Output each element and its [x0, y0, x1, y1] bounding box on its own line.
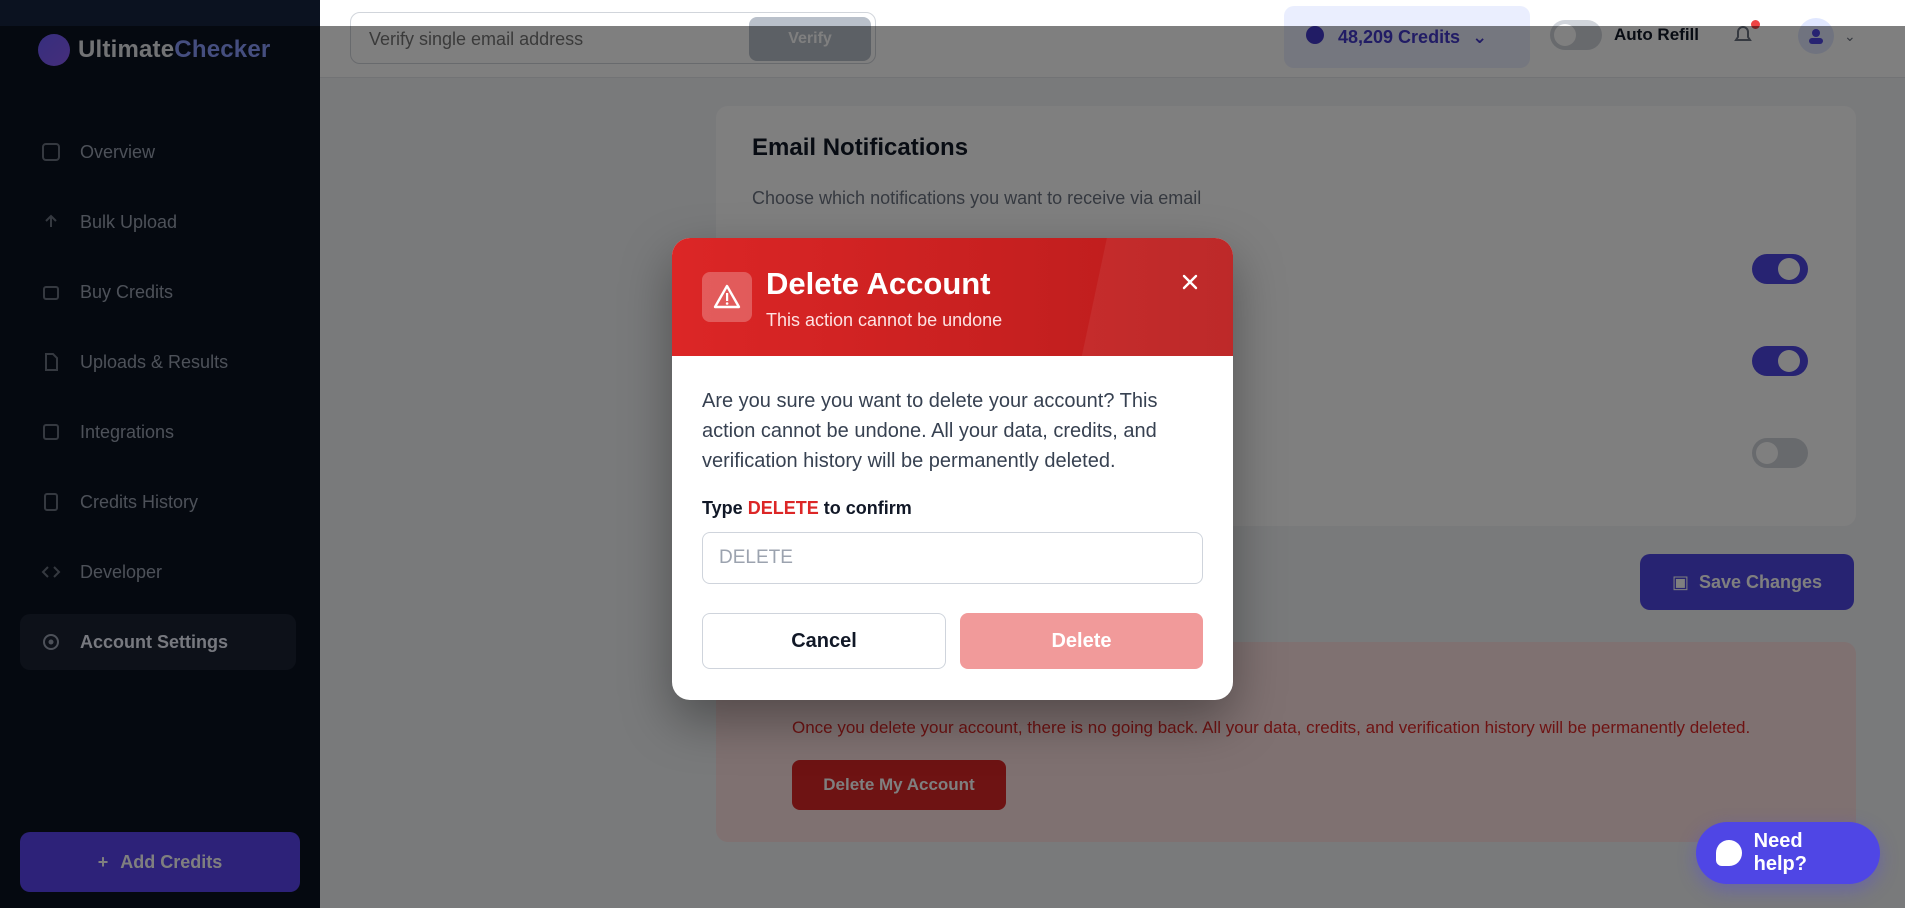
delete-account-modal: Delete Account This action cannot be und… [672, 238, 1233, 700]
chat-bubble-icon [1716, 840, 1742, 866]
modal-message: Are you sure you want to delete your acc… [702, 390, 1158, 472]
modal-title: Delete Account [766, 266, 991, 301]
modal-header: Delete Account This action cannot be und… [672, 238, 1233, 356]
need-help-button[interactable]: Need help? [1696, 822, 1880, 884]
delete-button[interactable]: Delete [960, 613, 1203, 669]
close-icon[interactable] [1176, 268, 1204, 296]
need-help-label: Need help? [1753, 830, 1807, 875]
modal-subtitle: This action cannot be undone [766, 310, 1003, 330]
confirm-keyword: DELETE [747, 498, 819, 518]
cancel-button[interactable]: Cancel [702, 613, 946, 669]
confirm-delete-input[interactable] [702, 532, 1203, 584]
warning-icon [702, 272, 752, 322]
confirm-label: Type DELETE to confirm [702, 498, 912, 518]
